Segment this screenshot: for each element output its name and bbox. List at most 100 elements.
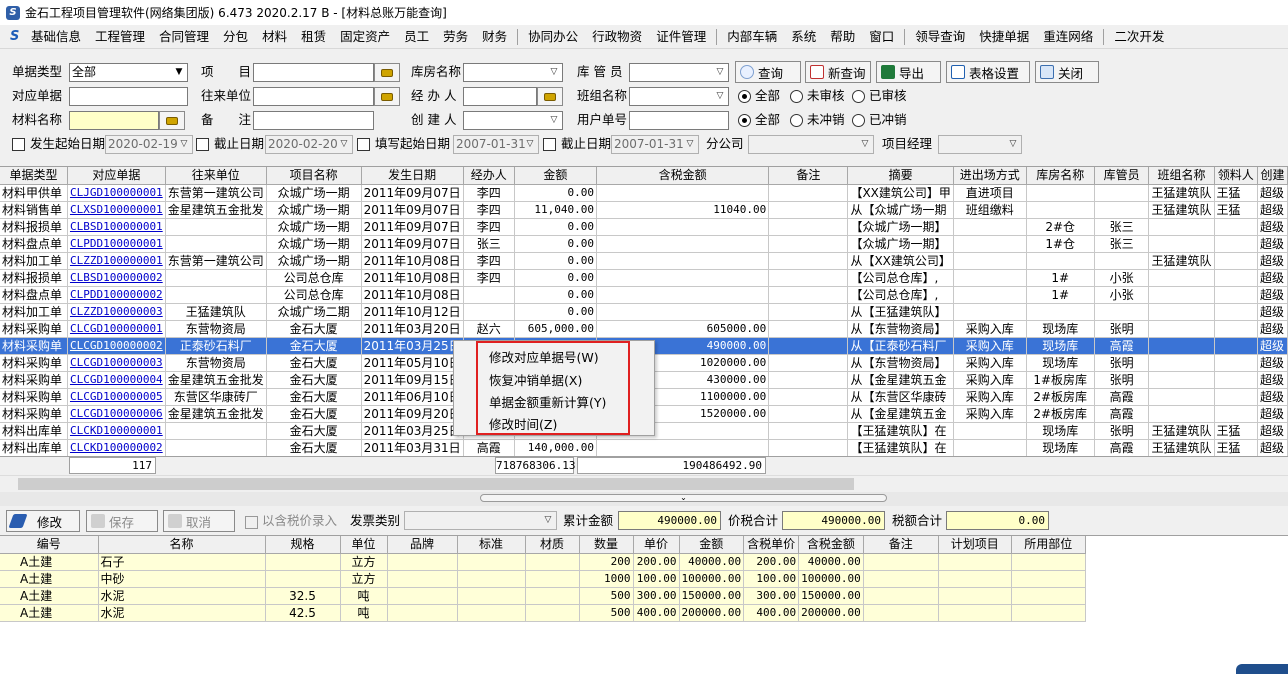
menu-item-quick-docs[interactable]: 快捷单据	[972, 26, 1036, 48]
remark-input[interactable]	[253, 111, 374, 130]
detail-column-header[interactable]: 计划项目	[938, 536, 1012, 554]
table-cell[interactable]: CLCKD100000002	[67, 439, 166, 457]
scrollbar-thumb[interactable]	[18, 478, 854, 490]
column-header[interactable]: 金额	[514, 167, 597, 185]
doc-type-select[interactable]: 全部 ▼	[69, 63, 188, 82]
menu-item-finance[interactable]: 财务	[475, 26, 514, 48]
table-cell[interactable]: CLCGD100000003	[67, 354, 166, 372]
menu-item-help[interactable]: 帮助	[823, 26, 862, 48]
menu-item-staff[interactable]: 员工	[397, 26, 436, 48]
table-settings-button[interactable]: 表格设置	[946, 61, 1030, 83]
detail-column-header[interactable]: 名称	[98, 536, 266, 554]
related-doc-input[interactable]	[69, 87, 188, 106]
end-date-input[interactable]: 2020-02-20 ▽	[265, 135, 353, 154]
table-row[interactable]: 材料盘点单 CLPDD100000002 公司总仓库 2011年10月08日 0.00 【…	[0, 286, 1288, 304]
table-cell[interactable]: CLCGD100000001	[67, 320, 166, 338]
table-cell[interactable]: CLCGD100000004	[67, 371, 166, 389]
column-header[interactable]: 含税金额	[596, 167, 770, 185]
menu-item-system[interactable]: 系统	[784, 26, 823, 48]
detail-column-header[interactable]: 规格	[265, 536, 341, 554]
table-row[interactable]: 材料报损单 CLBSD100000002 公司总仓库 2011年10月08日 李四 0.0…	[0, 269, 1288, 287]
column-header[interactable]: 往来单位	[165, 167, 267, 185]
menu-item-labor[interactable]: 劳务	[436, 26, 475, 48]
audit-yes-radio[interactable]	[852, 90, 865, 103]
new-query-button[interactable]: 新查询	[805, 61, 871, 83]
detail-column-header[interactable]: 标准	[457, 536, 526, 554]
panel-splitter[interactable]: ⌄	[0, 492, 1288, 506]
table-cell[interactable]: CLBSD100000002	[67, 269, 166, 287]
column-header[interactable]: 摘要	[847, 167, 954, 185]
query-button[interactable]: 查询	[735, 61, 801, 83]
table-cell[interactable]: CLJGD100000001	[67, 184, 166, 202]
partner-input[interactable]	[253, 87, 374, 106]
keeper-select[interactable]: ▽	[629, 63, 729, 82]
detail-row[interactable]: A土建 中砂 立方 1000 100.00 100000.00 100.00 100000.0…	[0, 570, 1086, 588]
menu-item-leader-query[interactable]: 领导查询	[908, 26, 972, 48]
splitter-grip[interactable]: ⌄	[480, 494, 887, 502]
table-cell[interactable]: CLPDD100000001	[67, 235, 166, 253]
column-header[interactable]: 备注	[768, 167, 849, 185]
close-button[interactable]: 关闭	[1035, 61, 1099, 83]
table-row[interactable]: 材料加工单 CLZZD100000003 王猛建筑队 众城广场二期 2011年10月12…	[0, 303, 1288, 321]
column-header[interactable]: 经办人	[463, 167, 515, 185]
column-header[interactable]: 库房名称	[1026, 167, 1095, 185]
column-header[interactable]: 领料人	[1214, 167, 1259, 185]
menu-item-basic-info[interactable]: 基础信息	[24, 26, 88, 48]
menu-item-reconnect[interactable]: 重连网络	[1036, 26, 1100, 48]
edit-button[interactable]: 修改	[6, 510, 80, 532]
detail-column-header[interactable]: 品牌	[387, 536, 458, 554]
table-row[interactable]: 材料出库单 CLCKD100000002 金石大厦 2011年03月31日 高霞 140,…	[0, 439, 1288, 457]
table-cell[interactable]: CLCGD100000002	[67, 337, 166, 355]
detail-column-header[interactable]: 备注	[863, 536, 939, 554]
menu-item-vehicles[interactable]: 内部车辆	[720, 26, 784, 48]
audit-all-radio[interactable]	[738, 90, 751, 103]
table-cell[interactable]: CLZZD100000003	[67, 303, 166, 321]
detail-column-header[interactable]: 含税金额	[798, 536, 864, 554]
column-header[interactable]: 班组名称	[1148, 167, 1215, 185]
menu-item-admin-supplies[interactable]: 行政物资	[585, 26, 649, 48]
project-input[interactable]	[253, 63, 374, 82]
detail-row[interactable]: A土建 石子 立方 200 200.00 40000.00 200.00 40000.00	[0, 553, 1086, 571]
handler-input[interactable]	[463, 87, 537, 106]
table-cell[interactable]: CLCKD100000001	[67, 422, 166, 440]
detail-column-header[interactable]: 单价	[633, 536, 680, 554]
handler-picker-button[interactable]	[537, 87, 563, 106]
cancel-button[interactable]: 取消	[163, 510, 235, 532]
table-cell[interactable]: CLZZD100000001	[67, 252, 166, 270]
menu-item-certificates[interactable]: 证件管理	[649, 26, 713, 48]
creator-select[interactable]: ▽	[463, 111, 563, 130]
menu-item-project[interactable]: 工程管理	[88, 26, 152, 48]
table-row[interactable]: 材料采购单 CLCGD100000001 东营物资局 金石大厦 2011年03月20日赵…	[0, 320, 1288, 338]
branch-select[interactable]: ▽	[748, 135, 874, 154]
menu-item-dev[interactable]: 二次开发	[1107, 26, 1171, 48]
menu-item-office[interactable]: 协同办公	[521, 26, 585, 48]
detail-column-header[interactable]: 金额	[679, 536, 745, 554]
fill-start-checkbox[interactable]	[357, 138, 370, 151]
detail-row[interactable]: A土建 水泥 42.5 吨 500 400.00 200000.00 400.00 200000…	[0, 604, 1086, 622]
fill-start-input[interactable]: 2007-01-31 ▽	[453, 135, 539, 154]
column-header[interactable]: 进出场方式	[953, 167, 1027, 185]
menu-item-subcontract[interactable]: 分包	[216, 26, 255, 48]
detail-column-header[interactable]: 单位	[340, 536, 388, 554]
invoice-type-select[interactable]: ▽	[404, 511, 557, 530]
menu-item-window[interactable]: 窗口	[862, 26, 901, 48]
menu-item-fixed-assets[interactable]: 固定资产	[333, 26, 397, 48]
column-header[interactable]: 发生日期	[361, 167, 464, 185]
detail-column-header[interactable]: 所用部位	[1011, 536, 1086, 554]
material-input[interactable]	[69, 111, 159, 130]
start-date-checkbox[interactable]	[12, 138, 25, 151]
menu-item-lease[interactable]: 租赁	[294, 26, 333, 48]
table-cell[interactable]: CLCGD100000006	[67, 405, 166, 423]
horizontal-scrollbar[interactable]	[0, 475, 1288, 492]
table-cell[interactable]: CLBSD100000001	[67, 218, 166, 236]
table-row[interactable]: 材料加工单 CLZZD100000001 东营第一建筑公司 众城广场一期 2011年10…	[0, 252, 1288, 270]
table-row[interactable]: 材料报损单 CLBSD100000001 众城广场一期 2011年09月07日 李四 0.…	[0, 218, 1288, 236]
user-doc-input[interactable]	[629, 111, 729, 130]
pm-select[interactable]: ▽	[938, 135, 1022, 154]
menu-item-contract[interactable]: 合同管理	[152, 26, 216, 48]
offset-all-radio[interactable]	[738, 114, 751, 127]
export-button[interactable]: 导出	[876, 61, 941, 83]
audit-no-radio[interactable]	[790, 90, 803, 103]
material-picker-button[interactable]	[159, 111, 185, 130]
menu-item-material[interactable]: 材料	[255, 26, 294, 48]
